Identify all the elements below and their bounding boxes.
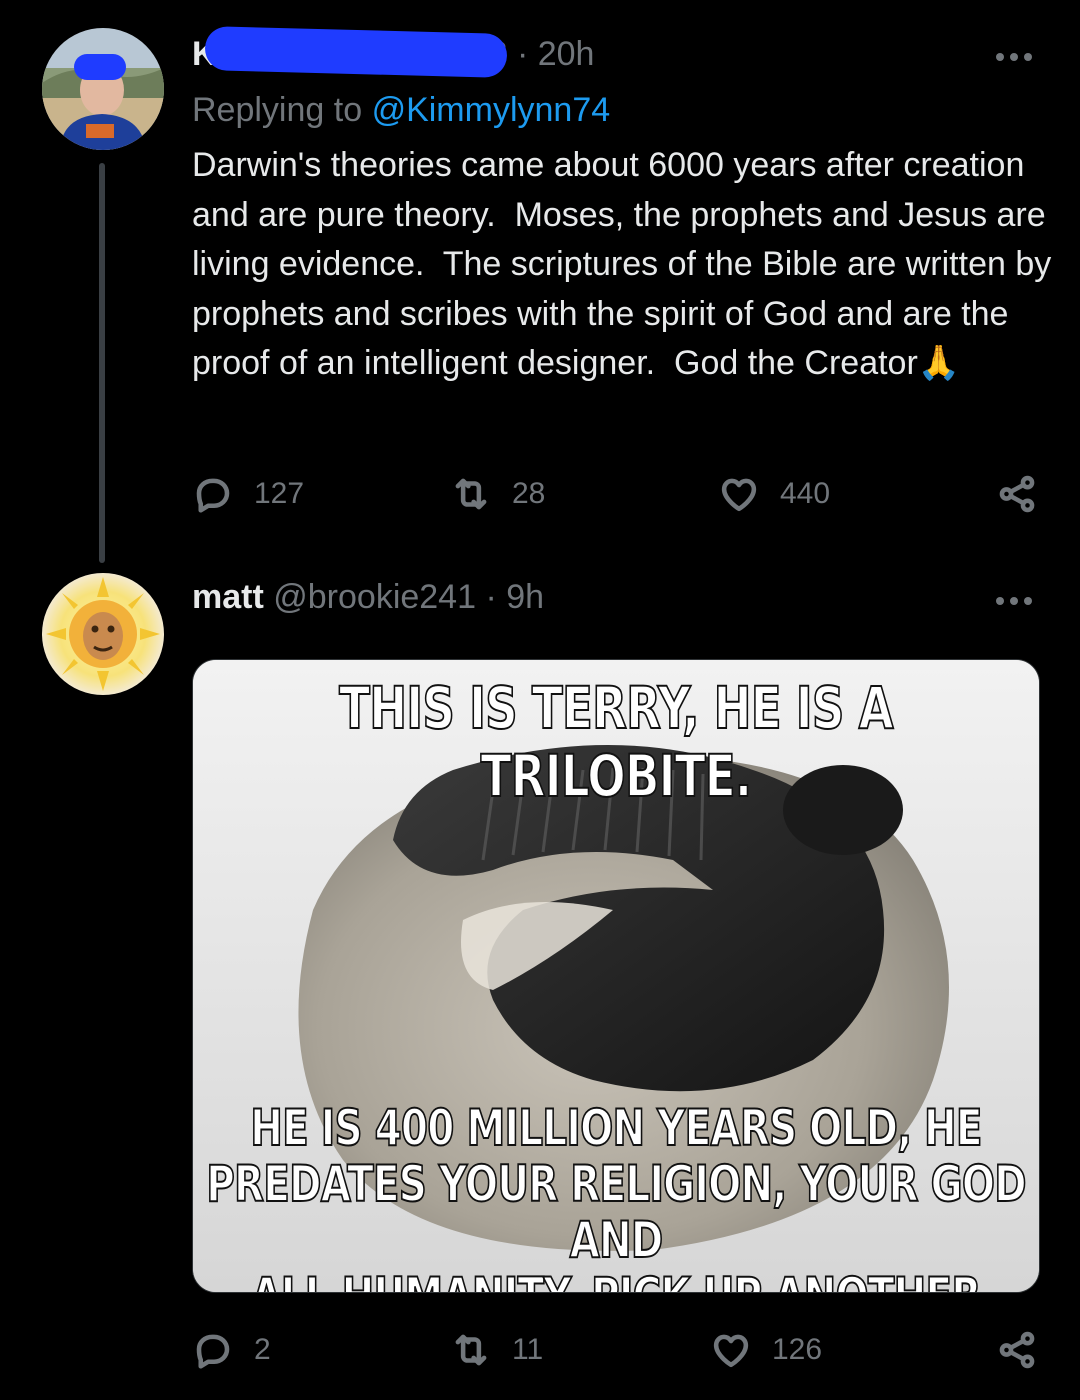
redaction-mark — [204, 26, 508, 78]
retweet-button[interactable]: 28 — [450, 472, 545, 516]
retweet-icon — [455, 478, 487, 510]
reply-button[interactable]: 127 — [192, 472, 304, 516]
like-button[interactable]: 440 — [718, 472, 830, 516]
tweet-text: Darwin's theories came about 6000 years … — [192, 146, 1061, 383]
tweet-actions: 2 11 126 — [192, 1328, 1042, 1372]
retweet-count: 28 — [512, 477, 546, 510]
thread-line — [99, 163, 105, 563]
retweet-button[interactable]: 11 — [450, 1328, 543, 1372]
replying-to-label: Replying to — [192, 91, 363, 129]
display-name[interactable]: matt — [192, 578, 264, 616]
timestamp[interactable]: · 9h — [485, 578, 544, 616]
replying-to-handle[interactable]: @Kimmylynn74 — [372, 91, 611, 129]
reply-icon — [196, 1334, 230, 1369]
tweet-actions: 127 28 440 — [192, 472, 1042, 516]
reply-icon — [196, 478, 230, 513]
like-button[interactable]: 126 — [710, 1328, 822, 1372]
more-icon[interactable] — [996, 594, 1036, 606]
share-button[interactable] — [996, 1328, 1058, 1372]
handle[interactable]: @brookie241 — [273, 578, 476, 616]
like-count: 126 — [772, 1333, 823, 1366]
retweet-count: 11 — [512, 1333, 544, 1366]
share-icon — [999, 1331, 1035, 1369]
reply-count: 127 — [254, 477, 305, 510]
reply-button[interactable]: 2 — [192, 1328, 271, 1372]
replying-to: Replying to @Kimmylynn74 — [192, 88, 610, 132]
tweet-2[interactable]: matt @brookie241 · 9h THIS IS TERRY, HE … — [0, 570, 1080, 1400]
meme-image[interactable]: This is Terry, he is a trilobite. He is … — [192, 659, 1040, 1293]
tweet-1[interactable]: K8 · 20h Replying to @Kimmylynn74 Darwin… — [0, 0, 1080, 570]
share-icon — [999, 475, 1035, 513]
tweet-header: matt @brookie241 · 9h — [192, 577, 544, 617]
reply-count: 2 — [254, 1333, 271, 1366]
meme-top-text: This is Terry, he is a trilobite. — [338, 673, 894, 811]
timestamp[interactable]: · 20h — [517, 35, 595, 73]
retweet-icon — [455, 1334, 487, 1366]
heart-icon — [721, 478, 757, 512]
share-button[interactable] — [996, 472, 1058, 516]
avatar-user-2[interactable] — [42, 573, 164, 695]
meme-bottom-text: He is 400 million years old, he predates… — [205, 1099, 1027, 1292]
avatar-user-1[interactable] — [42, 28, 164, 150]
more-icon[interactable] — [996, 50, 1036, 62]
heart-icon — [713, 1334, 749, 1368]
like-count: 440 — [780, 477, 831, 510]
